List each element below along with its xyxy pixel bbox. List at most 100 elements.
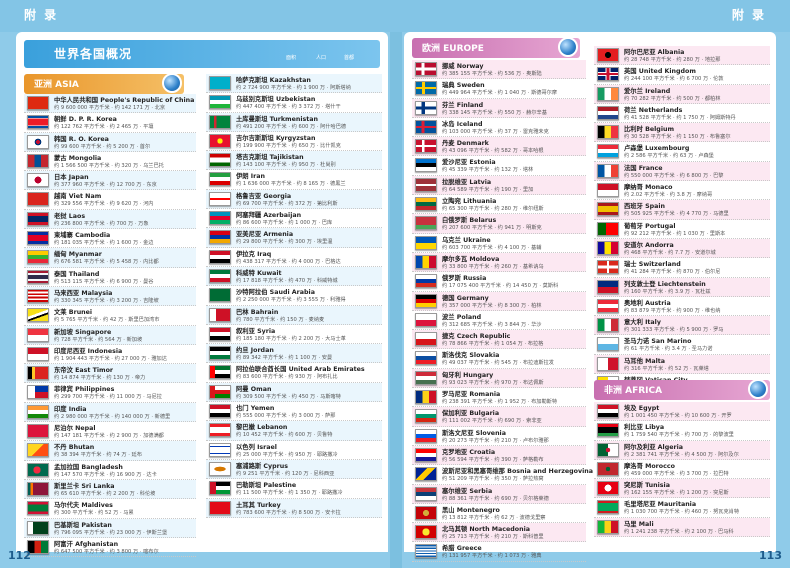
country-stats: 约 9 600 000 平方千米 · 约 142 171 万 · 北京: [54, 105, 166, 111]
country-stats: 约 131 957 平方千米 · 约 1 073 万 · 雅典: [442, 553, 542, 560]
country-name: 希腊 Greece: [442, 545, 482, 553]
country-stats: 约 603 700 平方千米 · 约 4 100 万 · 基辅: [442, 244, 542, 251]
country-stats: 约 301 333 平方千米 · 约 5 900 万 · 罗马: [624, 327, 724, 334]
right-page: 欧洲 EUROPE 挪威 Norway 约 385 155 平方千米 · 约 53…: [404, 32, 776, 562]
portugal-flag-icon: [597, 221, 619, 236]
country-row: 西班牙 Spain 约 505 925 平方千米 · 约 4 770 万 · 马德…: [594, 200, 770, 220]
china-flag-icon: [27, 96, 49, 110]
country-row: 卢森堡 Luxembourg 约 2 586 平方千米 · 约 63 万 · 卢森…: [594, 142, 770, 162]
country-name: 波兰 Poland: [442, 313, 482, 321]
country-row: 埃及 Egypt 约 1 001 450 平方千米 · 约 10 600 万 · …: [594, 402, 770, 422]
country-row: 冰岛 Iceland 约 103 000 平方千米 · 约 37 万 · 雷克雅未…: [412, 118, 586, 138]
africa-banner: 非洲 AFRICA: [594, 379, 770, 400]
country-stats: 约 550 000 平方千米 · 约 6 800 万 · 巴黎: [624, 172, 724, 179]
dprk-flag-icon: [27, 115, 49, 130]
country-name: 科威特 Kuwait: [236, 269, 282, 277]
japan-flag-icon: [27, 173, 49, 188]
switzerland-flag-icon: [597, 260, 619, 275]
country-row: 斯洛文尼亚 Slovenia 约 20 273 平方千米 · 约 210 万 · …: [412, 427, 586, 446]
country-name: 马耳他 Malta: [624, 357, 666, 365]
asia-column-2: 哈萨克斯坦 Kazakhstan 约 2 724 900 平方千米 · 约 1 9…: [206, 74, 382, 518]
country-name: 阿尔巴尼亚 Albania: [624, 49, 685, 56]
country-row: 柬埔寨 Cambodia 约 181 035 平方千米 · 约 1 600 万 ·…: [24, 229, 196, 249]
country-row: 瑞典 Sweden 约 449 964 平方千米 · 约 1 040 万 · 斯德…: [412, 79, 586, 99]
macedonia-flag-icon: [415, 525, 437, 540]
country-row: 越南 Viet Nam 约 329 556 平方千米 · 约 9 620 万 · …: [24, 190, 196, 210]
country-name: 吉尔吉斯斯坦 Kyrgyzstan: [236, 134, 316, 142]
timor-flag-icon: [27, 366, 49, 381]
country-name: 荷兰 Netherlands: [624, 106, 683, 114]
country-row: 毛里塔尼亚 Mauritania 约 1 030 700 平方千米 · 约 460…: [594, 498, 770, 518]
country-stats: 约 199 900 平方千米 · 约 650 万 · 比什凯克: [236, 142, 341, 149]
germany-flag-icon: [415, 293, 437, 308]
page-title: 世界各国概况: [54, 47, 133, 61]
country-name: 伊拉克 Iraq: [236, 250, 272, 258]
serbia-flag-icon: [415, 486, 437, 501]
country-row: 北马其顿 North Macedonia 约 25 713 平方千米 · 约 21…: [412, 523, 586, 543]
country-name: 马尔代夫 Maldives: [54, 502, 113, 510]
legend-population: 人口: [316, 55, 327, 61]
book-spine: [390, 32, 402, 568]
country-stats: 约 309 500 平方千米 · 约 450 万 · 马斯喀特: [236, 393, 341, 400]
country-row: 突尼斯 Tunisia 约 162 155 平方千米 · 约 1 200 万 · …: [594, 479, 770, 499]
country-stats: 约 38 394 平方千米 · 约 74 万 · 廷布: [54, 452, 142, 459]
country-row: 哈萨克斯坦 Kazakhstan 约 2 724 900 平方千米 · 约 1 9…: [206, 74, 382, 94]
country-name: 乌兹别克斯坦 Uzbekistan: [236, 96, 316, 104]
yemen-flag-icon: [209, 404, 231, 419]
country-name: 捷克 Czech Republic: [442, 333, 511, 341]
country-stats: 约 49 037 平方千米 · 约 545 万 · 布拉迪斯拉发: [442, 360, 554, 367]
romania-flag-icon: [415, 390, 437, 405]
globe-icon: [748, 379, 768, 399]
country-name: 不丹 Bhutan: [54, 444, 95, 452]
cambodia-flag-icon: [27, 231, 49, 246]
country-stats: 约 316 平方千米 · 约 52 万 · 瓦莱塔: [624, 365, 709, 372]
country-row: 科威特 Kuwait 约 17 818 平方千米 · 约 470 万 · 科威特城: [206, 266, 382, 287]
malta-flag-icon: [597, 356, 619, 371]
country-name: 摩纳哥 Monaco: [624, 184, 673, 192]
pakistan-flag-icon: [27, 520, 49, 535]
country-name: 比利时 Belgium: [624, 126, 675, 134]
thailand-flag-icon: [27, 269, 49, 284]
country-name: 瑞典 Sweden: [442, 82, 485, 90]
country-stats: 约 41 528 平方千米 · 约 1 750 万 · 阿姆斯特丹: [624, 114, 736, 121]
country-name: 叙利亚 Syria: [236, 327, 276, 335]
country-name: 西班牙 Spain: [624, 203, 666, 211]
israel-flag-icon: [209, 442, 231, 457]
country-name: 巴基斯坦 Pakistan: [54, 521, 112, 529]
country-name: 塔吉克斯坦 Tajikistan: [236, 154, 304, 162]
country-row: 叙利亚 Syria 约 185 180 平方千米 · 约 2 200 万 · 大马…: [206, 325, 382, 345]
country-row: 老挝 Laos 约 236 800 平方千米 · 约 700 万 · 万象: [24, 209, 196, 230]
country-stats: 约 185 180 平方千米 · 约 2 200 万 · 大马士革: [236, 335, 346, 342]
country-name: 泰国 Thailand: [54, 270, 100, 278]
country-row: 比利时 Belgium 约 30 528 平方千米 · 约 1 150 万 · 布…: [594, 123, 770, 143]
monaco-flag-icon: [597, 183, 619, 198]
country-stats: 约 2 586 平方千米 · 约 63 万 · 卢森堡: [624, 153, 714, 160]
country-name: 斯洛伐克 Slovakia: [442, 352, 500, 360]
country-stats: 约 43 096 平方千米 · 约 582 万 · 哥本哈根: [442, 148, 544, 155]
country-row: 塞浦路斯 Cyprus 约 9 251 平方千米 · 约 120 万 · 尼科西亚: [206, 459, 382, 480]
country-row: 阿尔巴尼亚 Albania 约 28 748 平方千米 · 约 280 万 · 地…: [594, 46, 770, 66]
jordan-flag-icon: [209, 346, 231, 361]
country-row: 伊拉克 Iraq 约 438 317 平方千米 · 约 4 000 万 · 巴格达: [206, 248, 382, 267]
country-name: 乌克兰 Ukraine: [442, 236, 491, 244]
country-name: 斯洛文尼亚 Slovenia: [442, 429, 506, 437]
country-stats: 约 438 317 平方千米 · 约 4 000 万 · 巴格达: [236, 258, 341, 265]
country-row: 摩纳哥 Monaco 约 2.02 平方千米 · 约 3.8 万 · 摩纳哥: [594, 181, 770, 201]
africa-title: 非洲 AFRICA: [604, 386, 663, 396]
country-name: 匈牙利 Hungary: [442, 371, 494, 379]
country-row: 阿富汗 Afghanistan 约 647 500 平方千米 · 约 3 800 …: [24, 538, 196, 558]
country-name: 塞尔维亚 Serbia: [442, 487, 493, 495]
mauritania-flag-icon: [597, 500, 619, 515]
country-row: 马里 Mali 约 1 241 238 平方千米 · 约 2 100 万 · 巴马…: [594, 517, 770, 538]
country-row: 阿塞拜疆 Azerbaijan 约 86 600 平方千米 · 约 1 000 万…: [206, 209, 382, 229]
country-stats: 约 86 600 平方千米 · 约 1 000 万 · 巴库: [236, 220, 333, 227]
country-row: 日本 Japan 约 377 960 平方千米 · 约 12 700 万 · 东京: [24, 171, 196, 191]
saudi-flag-icon: [209, 288, 231, 303]
country-row: 爱沙尼亚 Estonia 约 45 339 平方千米 · 约 132 万 · 塔林: [412, 156, 586, 176]
country-stats: 约 33 800 平方千米 · 约 260 万 · 基希讷乌: [442, 263, 544, 270]
country-stats: 约 143 100 平方千米 · 约 950 万 · 杜尚别: [236, 162, 336, 169]
bahrain-flag-icon: [209, 307, 231, 322]
country-row: 摩尔多瓦 Moldova 约 33 800 平方千米 · 约 260 万 · 基希…: [412, 252, 586, 273]
country-stats: 约 780 平方千米 · 约 150 万 · 麦纳麦: [236, 316, 325, 323]
country-stats: 约 491 200 平方千米 · 约 600 万 · 阿什哈巴德: [236, 123, 347, 130]
